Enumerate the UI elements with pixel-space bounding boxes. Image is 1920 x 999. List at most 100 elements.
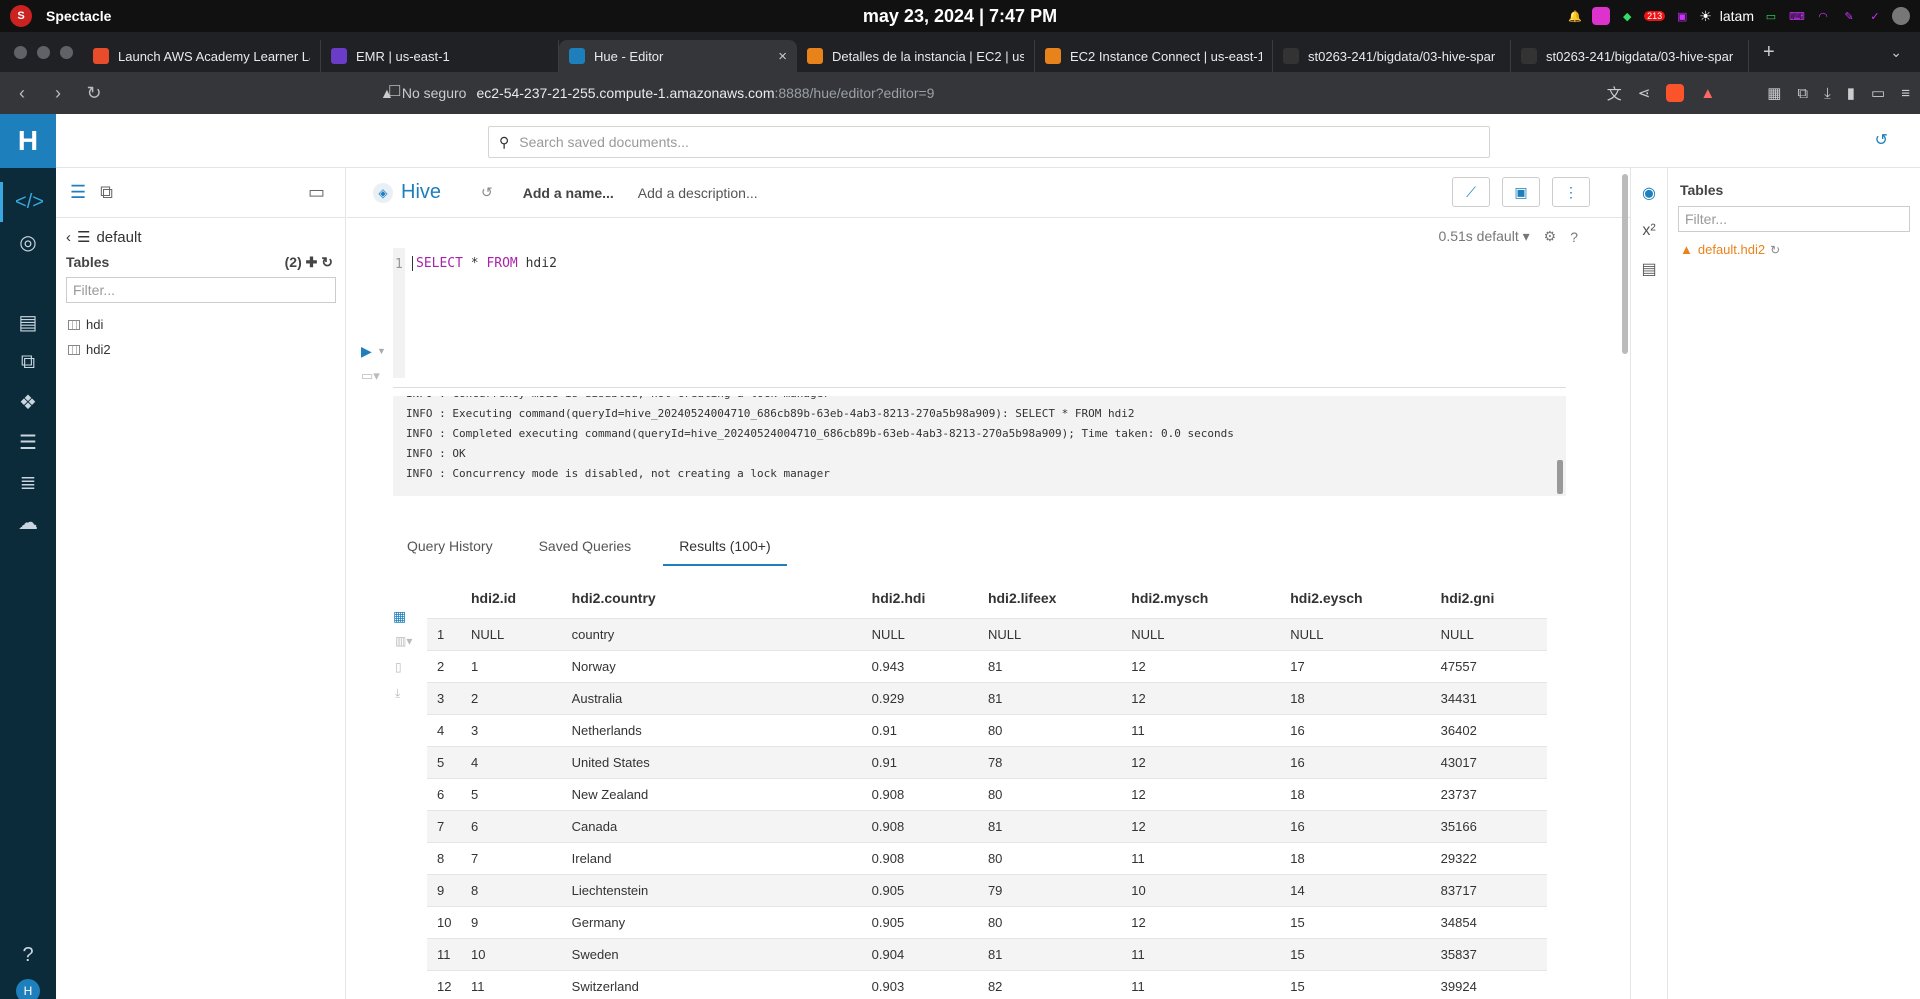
download-icon[interactable]: ⤓ <box>1824 85 1831 102</box>
browser-tab[interactable]: Launch AWS Academy Learner La <box>83 40 321 72</box>
tab-query-history[interactable]: Query History <box>393 530 507 566</box>
help-icon[interactable]: ? <box>0 935 56 975</box>
wallet-icon[interactable]: ▭ <box>1871 84 1885 102</box>
battery-icon[interactable]: ▭ <box>1762 7 1780 25</box>
editor-nav-icon[interactable]: </> <box>0 182 56 222</box>
chart-view-icon[interactable]: ▥▾ <box>395 634 412 648</box>
tables-filter-input[interactable]: Filter... <box>66 277 336 303</box>
folder-icon[interactable]: ▭ <box>308 182 325 203</box>
column-header[interactable]: hdi2.hdi <box>862 578 978 618</box>
history-icon[interactable]: ↺ <box>1875 130 1888 150</box>
ghost-icon[interactable]: ◆ <box>1618 7 1636 25</box>
column-header[interactable]: hdi2.lifeex <box>978 578 1121 618</box>
reload-button[interactable]: ↻ <box>80 83 108 104</box>
table-row[interactable]: 3 2 Australia 0.929 81 12 18 34431 <box>427 681 1547 714</box>
security-label[interactable]: No seguro <box>402 85 467 101</box>
grid-view-icon[interactable]: ▦ <box>393 608 406 625</box>
browser-tab[interactable]: Hue - Editor × <box>559 40 797 72</box>
table-row[interactable]: 10 9 Germany 0.905 80 12 15 34854 <box>427 905 1547 938</box>
menu-icon[interactable]: ≡ <box>1901 85 1910 102</box>
settings-icon[interactable]: ⚙ <box>1544 228 1557 245</box>
doc-name-input[interactable]: Add a name... <box>523 185 614 201</box>
hue-logo[interactable]: H <box>0 114 56 168</box>
more-button[interactable]: ⋮ <box>1552 177 1590 207</box>
url-field[interactable]: ▲ No seguro ec2-54-237-21-255.compute-1.… <box>380 78 1480 108</box>
explain-icon[interactable]: ▭▾ <box>361 368 380 384</box>
calendar-icon[interactable]: ▣ <box>1673 7 1691 25</box>
right-table-item[interactable]: ▲ default.hdi2 ↻ <box>1680 242 1920 257</box>
back-icon[interactable]: ‹ <box>66 229 71 246</box>
table-row[interactable]: 6 5 New Zealand 0.908 80 12 18 23737 <box>427 777 1547 810</box>
minimize-window-button[interactable] <box>37 45 50 59</box>
compass-icon[interactable]: ◉ <box>1631 174 1667 212</box>
table-row[interactable]: 5 4 United States 0.91 78 12 16 43017 <box>427 745 1547 778</box>
right-filter-input[interactable]: Filter... <box>1678 206 1910 232</box>
chevron-icon[interactable]: ✓ <box>1866 7 1884 25</box>
tab-saved-queries[interactable]: Saved Queries <box>525 530 646 566</box>
refresh-icon[interactable]: ↻ <box>321 254 333 270</box>
execution-time[interactable]: 0.51s default ▾ <box>1439 228 1530 245</box>
refresh-icon[interactable]: ↻ <box>1770 243 1780 257</box>
table-row[interactable]: 7 6 Canada 0.908 81 12 16 35166 <box>427 809 1547 842</box>
dialect-title[interactable]: ◈ Hive <box>373 181 441 204</box>
maximize-window-button[interactable] <box>60 45 73 59</box>
table-row[interactable]: 9 8 Liechtenstein 0.905 79 10 14 83717 <box>427 873 1547 906</box>
data-nav-icon[interactable]: ≣ <box>0 462 56 502</box>
browser-tab[interactable]: EMR | us-east-1 <box>321 40 559 72</box>
dashboard-nav-icon[interactable]: ◎ <box>0 222 56 262</box>
column-header[interactable]: hdi2.mysch <box>1121 578 1280 618</box>
share-icon[interactable]: ⋖ <box>1638 84 1651 102</box>
extension-icon[interactable]: ▦ <box>1767 84 1781 102</box>
chart-button[interactable]: ⟋ <box>1452 177 1490 207</box>
docs-icon[interactable]: ▤ <box>1631 250 1667 288</box>
documents-icon[interactable]: ⧉ <box>100 182 113 203</box>
column-header[interactable] <box>427 578 461 618</box>
app-tray-icon[interactable] <box>1592 7 1611 25</box>
column-header[interactable]: hdi2.id <box>461 578 562 618</box>
column-header[interactable]: hdi2.country <box>562 578 862 618</box>
browser-tab[interactable]: Detalles de la instancia | EC2 | us- <box>797 40 1035 72</box>
editor-scrollbar[interactable] <box>1622 174 1628 354</box>
brightness-icon[interactable]: ☀ <box>1699 8 1712 25</box>
close-window-button[interactable] <box>14 45 27 59</box>
help-icon[interactable]: ? <box>1570 229 1578 245</box>
forward-button[interactable]: › <box>44 83 72 104</box>
column-header[interactable]: hdi2.eysch <box>1280 578 1430 618</box>
search-input[interactable]: ⚲ Search saved documents... <box>488 126 1490 158</box>
table-row[interactable]: 8 7 Ireland 0.908 80 11 18 29322 <box>427 841 1547 874</box>
doc-description-input[interactable]: Add a description... <box>638 185 758 201</box>
user-avatar[interactable]: H <box>16 979 40 999</box>
back-button[interactable]: ‹ <box>8 83 36 104</box>
run-button[interactable]: ▶ <box>361 343 372 360</box>
brave-rewards-icon[interactable]: ▲ <box>1700 85 1715 102</box>
wifi-icon[interactable]: ◠ <box>1814 7 1832 25</box>
column-header[interactable]: hdi2.gni <box>1431 578 1547 618</box>
database-icon[interactable]: ☰ <box>70 182 86 203</box>
tables-nav-icon[interactable]: ☰ <box>0 422 56 462</box>
add-table-icon[interactable]: ✚ <box>306 254 322 270</box>
database-breadcrumb[interactable]: ‹ ☰ default <box>56 228 345 247</box>
table-row[interactable]: 4 3 Netherlands 0.91 80 11 16 36402 <box>427 713 1547 746</box>
keyboard-icon[interactable]: ⌨ <box>1788 7 1806 25</box>
table-row[interactable]: 2 1 Norway 0.943 81 12 17 47557 <box>427 649 1547 682</box>
sql-editor[interactable]: SELECT * FROM hdi2 <box>412 256 557 271</box>
jobs-nav-icon[interactable]: ❖ <box>0 382 56 422</box>
columns-icon[interactable]: ▯ <box>395 660 402 674</box>
logs-scrollbar[interactable] <box>1557 460 1563 494</box>
run-options-icon[interactable]: ▼ <box>377 346 386 356</box>
browser-tab[interactable]: EC2 Instance Connect | us-east-1 <box>1035 40 1273 72</box>
functions-icon[interactable]: x² <box>1631 212 1667 250</box>
table-row[interactable]: 12 11 Switzerland 0.903 82 11 15 39924 <box>427 969 1547 999</box>
table-row[interactable]: 1 NULL country NULL NULL NULL NULL NULL <box>427 617 1547 650</box>
translate-icon[interactable]: 文 <box>1607 83 1622 104</box>
puzzle-icon[interactable]: ⧉ <box>1797 85 1808 102</box>
undo-icon[interactable]: ↺ <box>481 184 493 201</box>
importer-nav-icon[interactable]: ☁ <box>0 502 56 542</box>
editor-divider[interactable] <box>393 387 1566 388</box>
browser-tab[interactable]: st0263-241/bigdata/03-hive-spar <box>1273 40 1511 72</box>
tab-results[interactable]: Results (100+) <box>663 530 787 566</box>
documents-nav-icon[interactable]: ▤ <box>0 302 56 342</box>
download-results-icon[interactable]: ⤓ <box>395 686 400 701</box>
avatar[interactable] <box>1892 7 1910 25</box>
pen-icon[interactable]: ✎ <box>1840 7 1858 25</box>
